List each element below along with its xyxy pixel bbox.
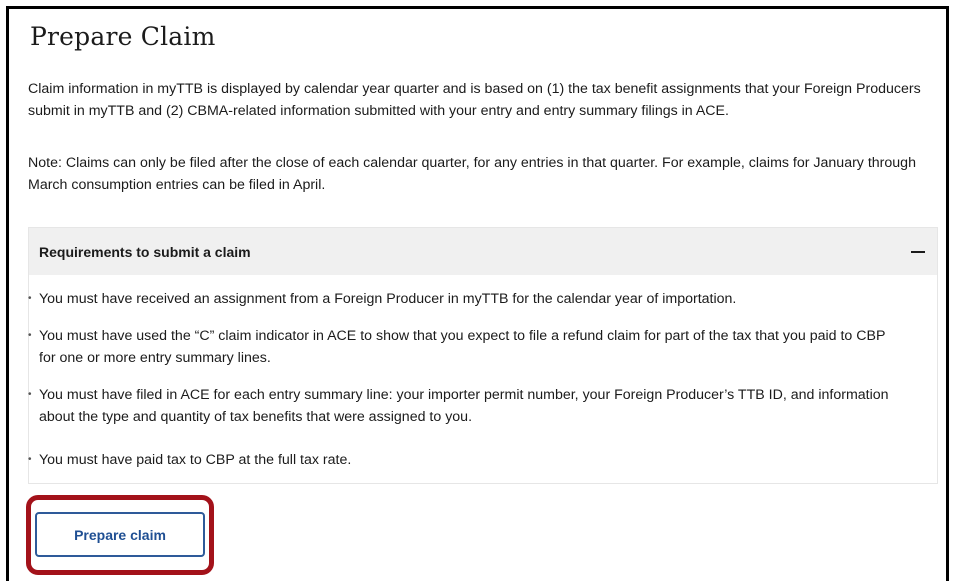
requirement-text: You must have filed in ACE for each entr…: [39, 387, 889, 425]
bullet-icon: •: [28, 330, 32, 341]
list-item: • You must have filed in ACE for each en…: [28, 384, 898, 428]
list-item: • You must have used the “C” claim indic…: [28, 325, 898, 369]
list-item: • You must have paid tax to CBP at the f…: [28, 449, 898, 471]
requirement-text: You must have used the “C” claim indicat…: [39, 328, 886, 366]
prepare-claim-button[interactable]: Prepare claim: [35, 512, 205, 557]
bullet-icon: •: [28, 293, 32, 304]
requirements-title: Requirements to submit a claim: [39, 243, 251, 260]
requirement-text: You must have received an assignment fro…: [39, 291, 737, 307]
requirement-text: You must have paid tax to CBP at the ful…: [39, 452, 352, 468]
bullet-icon: •: [28, 389, 32, 400]
intro-paragraph: Claim information in myTTB is displayed …: [28, 81, 921, 119]
requirements-accordion-header[interactable]: Requirements to submit a claim: [29, 228, 937, 275]
note-paragraph: Note: Claims can only be filed after the…: [28, 155, 916, 193]
bullet-icon: •: [28, 454, 32, 465]
page-title: Prepare Claim: [30, 22, 216, 51]
minus-icon[interactable]: [911, 250, 925, 253]
list-item: • You must have received an assignment f…: [28, 288, 898, 310]
